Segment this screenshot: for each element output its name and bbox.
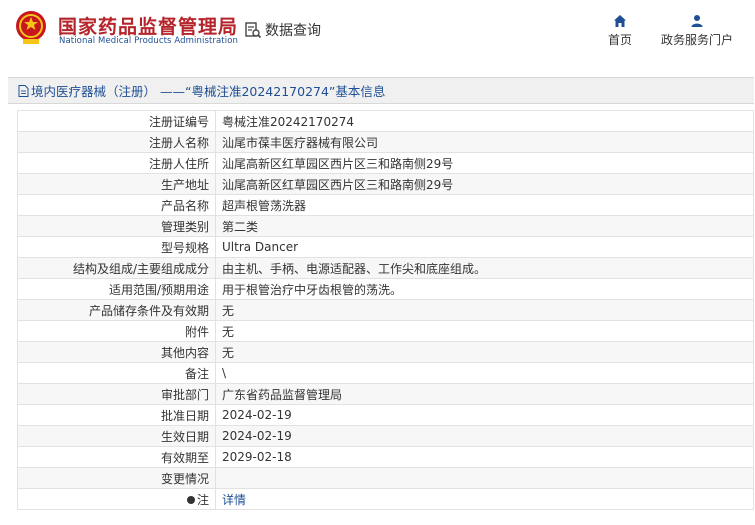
- row-label: 型号规格: [17, 236, 216, 258]
- row-value: 超声根管荡洗器: [215, 194, 754, 216]
- row-label: 其他内容: [17, 341, 216, 363]
- row-value: 无: [215, 341, 754, 363]
- table-row: 变更情况: [17, 467, 754, 489]
- table-row: 批准日期 2024-02-19: [17, 404, 754, 426]
- nav-home-label: 首页: [607, 33, 632, 47]
- table-row: 审批部门 广东省药品监督管理局: [17, 383, 754, 405]
- table-row: 生效日期 2024-02-19: [17, 425, 754, 447]
- table-row: 附件无: [17, 320, 754, 342]
- row-value: 2024-02-19: [215, 425, 754, 447]
- note-value-cell: 详情: [215, 488, 754, 510]
- row-label: 结构及组成/主要组成成分: [17, 257, 216, 279]
- row-value: 无: [215, 299, 754, 321]
- row-value: 无: [215, 320, 754, 342]
- row-label: 生产地址: [17, 173, 216, 195]
- row-value: [215, 467, 754, 489]
- table-row: 管理类别 第二类: [17, 215, 754, 237]
- row-value: 用于根管治疗中牙齿根管的荡洗。: [215, 278, 754, 300]
- table-row: 适用范围/预期用途 用于根管治疗中牙齿根管的荡洗。: [17, 278, 754, 300]
- row-label: 审批部门: [17, 383, 216, 405]
- nav-home[interactable]: 首页: [606, 14, 634, 48]
- row-value: 2024-02-19: [215, 404, 754, 426]
- row-label: 产品名称: [17, 194, 216, 216]
- data-query-label: 数据查询: [265, 23, 321, 39]
- row-value: 第二类: [215, 215, 754, 237]
- row-label: 附件: [17, 320, 216, 342]
- site-subtitle: National Medical Products Administration: [59, 36, 238, 46]
- row-label: 管理类别: [17, 215, 216, 237]
- bullet-icon: [186, 496, 195, 504]
- national-emblem-icon: [16, 11, 46, 44]
- row-value: 由主机、手柄、电源适配器、工作尖和底座组成。: [215, 257, 754, 279]
- row-label: 变更情况: [17, 467, 216, 489]
- row-label: 注册人住所: [17, 152, 216, 174]
- row-value: 2029-02-18: [215, 446, 754, 468]
- row-label: 批准日期: [17, 404, 216, 426]
- row-label: 有效期至: [17, 446, 216, 468]
- search-document-icon: [245, 22, 262, 39]
- table-row: 型号规格 Ultra Dancer: [17, 236, 754, 258]
- row-label: 注册证编号: [17, 110, 216, 132]
- table-row: 结构及组成/主要组成成分 由主机、手柄、电源适配器、工作尖和底座组成。: [17, 257, 754, 279]
- nav-service-portal[interactable]: 政务服务门户: [658, 14, 736, 48]
- table-row: 注册人名称 汕尾市葆丰医疗器械有限公司: [17, 131, 754, 153]
- table-row-note: 注 详情: [17, 488, 754, 510]
- table-row: 注册证编号 粤械注准20242170274: [17, 110, 754, 132]
- data-query-link[interactable]: 数据查询: [244, 20, 321, 40]
- table-row: 产品名称 超声根管荡洗器: [17, 194, 754, 216]
- nav-service-label: 政务服务门户: [660, 33, 733, 47]
- table-row: 有效期至 2029-02-18: [17, 446, 754, 468]
- info-table: 注册证编号 粤械注准20242170274 注册人名称 汕尾市葆丰医疗器械有限公司 …: [17, 110, 754, 510]
- table-row: 其他内容无: [17, 341, 754, 363]
- home-icon: [614, 15, 626, 27]
- panel-title: 境内医疗器械（注册） ——“粤械注准20242170274”基本信息: [8, 77, 754, 104]
- row-label: 生效日期: [17, 425, 216, 447]
- row-label: 适用范围/预期用途: [17, 278, 216, 300]
- row-label: 产品储存条件及有效期: [17, 299, 216, 321]
- table-row: 注册人住所 汕尾高新区红草园区西片区三和路南侧29号: [17, 152, 754, 174]
- table-row: 备注 \: [17, 362, 754, 384]
- row-value: 粤械注准20242170274: [215, 110, 754, 132]
- row-value: 汕尾高新区红草园区西片区三和路南侧29号: [215, 152, 754, 174]
- user-icon: [691, 15, 703, 27]
- site-header: 国家药品监督管理局 National Medical Products Admi…: [0, 0, 755, 66]
- detail-link[interactable]: 详情: [222, 493, 246, 507]
- row-value: \: [215, 362, 754, 384]
- note-label-cell: 注: [17, 488, 216, 510]
- note-label: 注: [196, 492, 209, 507]
- panel-title-text: 境内医疗器械（注册） ——“粤械注准20242170274”基本信息: [31, 84, 386, 99]
- row-value: 汕尾市葆丰医疗器械有限公司: [215, 131, 754, 153]
- row-label: 备注: [17, 362, 216, 384]
- document-icon: [18, 84, 29, 97]
- table-row: 生产地址 汕尾高新区红草园区西片区三和路南侧29号: [17, 173, 754, 195]
- table-row: 产品储存条件及有效期无: [17, 299, 754, 321]
- row-value: Ultra Dancer: [215, 236, 754, 258]
- row-value: 广东省药品监督管理局: [215, 383, 754, 405]
- row-value: 汕尾高新区红草园区西片区三和路南侧29号: [215, 173, 754, 195]
- site-title[interactable]: 国家药品监督管理局: [58, 12, 238, 39]
- row-label: 注册人名称: [17, 131, 216, 153]
